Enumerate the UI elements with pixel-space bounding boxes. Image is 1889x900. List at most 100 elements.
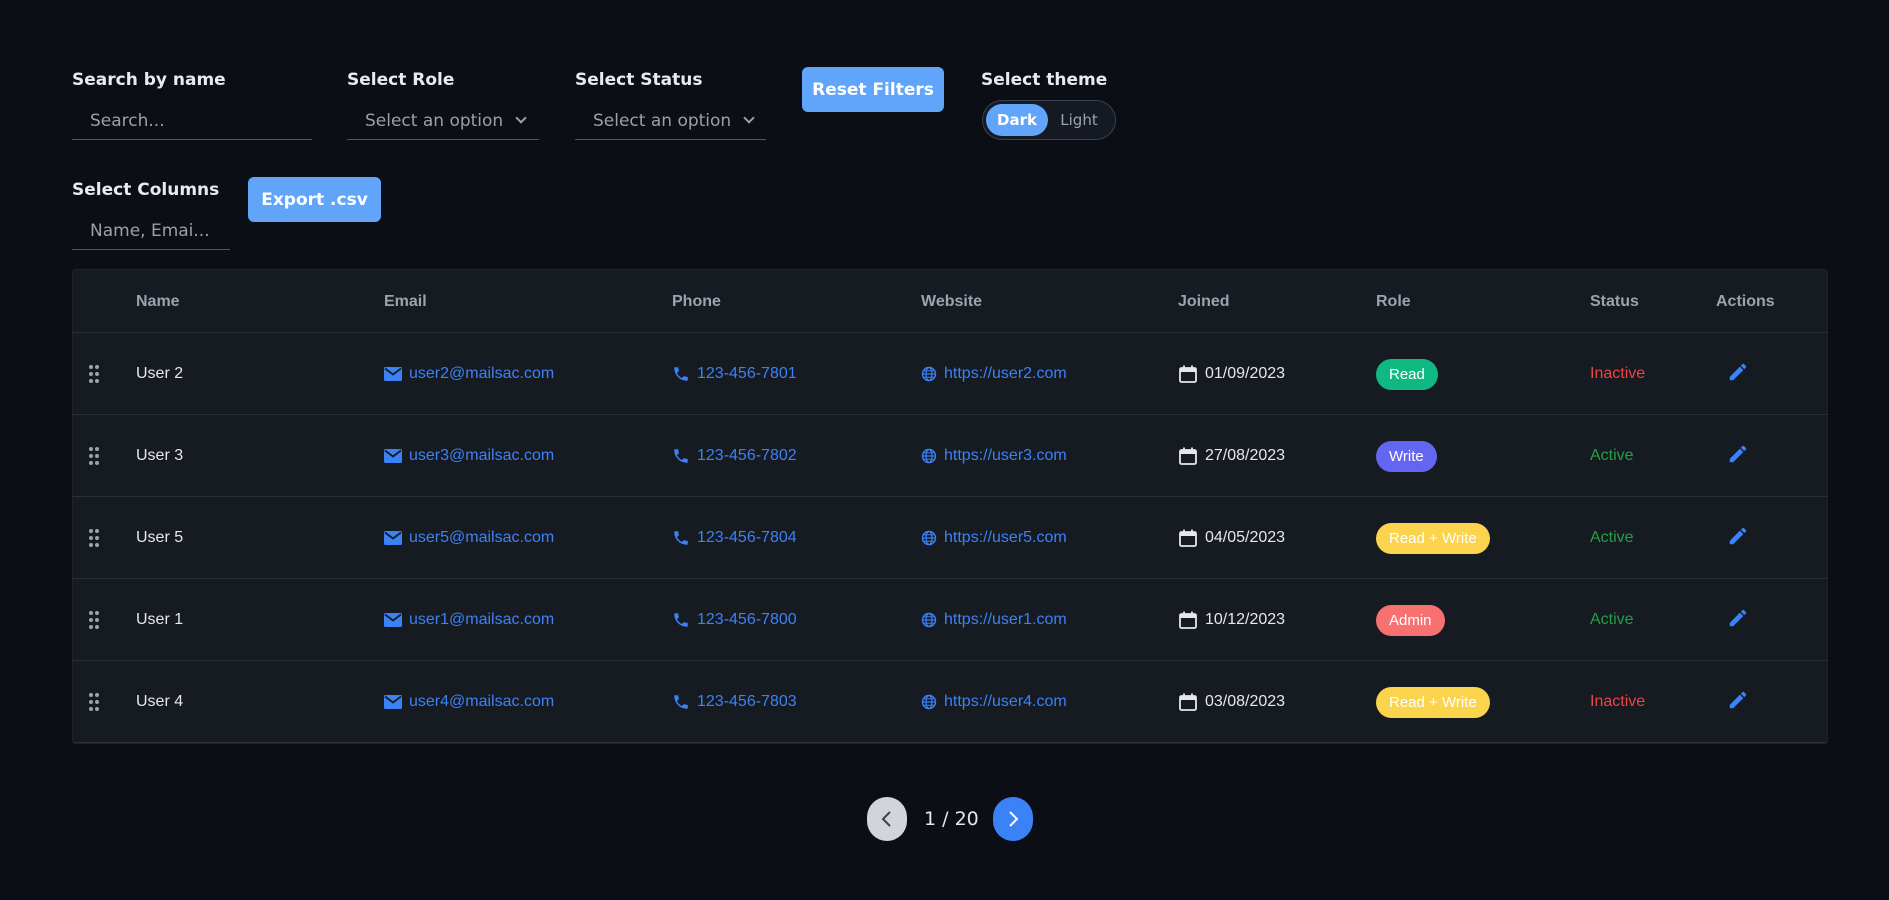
column-header-phone[interactable]: Phone [672,270,721,333]
status-cell: Active [1590,497,1634,579]
status-cell: Inactive [1590,661,1645,743]
drag-handle-icon[interactable] [89,447,99,465]
role-badge: Write [1376,440,1437,472]
email-link[interactable]: user3@mailsac.com [384,415,554,497]
joined-date: 01/09/2023 [1178,333,1285,415]
role-cell: Read + Write [1376,497,1490,579]
column-header-joined[interactable]: Joined [1178,270,1230,333]
status-cell: Active [1590,415,1634,497]
edit-icon [1727,689,1749,716]
status-select-value: Select an option [593,110,732,131]
edit-icon [1727,443,1749,470]
website-link[interactable]: https://user4.com [921,661,1067,743]
phone-icon [672,611,690,629]
joined-text: 01/09/2023 [1205,365,1286,382]
table-row: User 2 user2@mailsac.com 123-456-7801 https… [73,333,1827,415]
drag-handle-icon[interactable] [89,611,99,629]
user-management-page: Search by name Search... Select Role Sel… [0,0,1889,900]
phone-text: 123-456-7800 [697,611,797,628]
role-badge: Admin [1376,604,1445,636]
next-page-button[interactable] [993,797,1033,841]
column-header-role[interactable]: Role [1376,270,1411,333]
theme-option-light[interactable]: Light [1048,104,1110,136]
joined-date: 10/12/2023 [1178,579,1285,661]
website-link[interactable]: https://user5.com [921,497,1067,579]
page-indicator: 1 / 20 [924,808,979,830]
email-link[interactable]: user5@mailsac.com [384,497,554,579]
joined-text: 27/08/2023 [1205,447,1286,464]
role-badge: Read + Write [1376,686,1490,718]
phone-text: 123-456-7803 [697,693,797,710]
status-cell: Inactive [1590,333,1645,415]
status-text: Inactive [1590,693,1646,710]
theme-filter: Select theme [981,70,1107,90]
status-cell: Active [1590,579,1634,661]
phone-link[interactable]: 123-456-7800 [672,579,797,661]
reset-filters-button[interactable]: Reset Filters [802,67,944,112]
export-csv-button[interactable]: Export .csv [248,177,381,222]
globe-icon [921,694,937,710]
website-text: https://user4.com [944,693,1067,710]
role-cell: Read [1376,333,1438,415]
phone-link[interactable]: 123-456-7802 [672,415,797,497]
website-text: https://user5.com [944,529,1067,546]
mail-icon [384,531,402,545]
users-table: Name Email Phone Website Joined Role Sta… [72,269,1828,744]
column-header-website[interactable]: Website [921,270,982,333]
email-link[interactable]: user1@mailsac.com [384,579,554,661]
phone-link[interactable]: 123-456-7804 [672,497,797,579]
column-header-name[interactable]: Name [136,270,180,333]
search-filter: Search by name Search... [72,70,312,142]
mail-icon [384,367,402,381]
drag-handle-icon[interactable] [89,365,99,383]
calendar-icon [1178,692,1198,712]
phone-text: 123-456-7802 [697,447,797,464]
column-header-email[interactable]: Email [384,270,427,333]
status-text: Active [1590,529,1634,546]
phone-icon [672,447,690,465]
website-link[interactable]: https://user2.com [921,333,1067,415]
drag-handle-icon[interactable] [89,693,99,711]
edit-button[interactable] [1727,661,1749,743]
role-label: Select Role [347,70,455,90]
calendar-icon [1178,610,1198,630]
edit-button[interactable] [1727,579,1749,661]
website-text: https://user2.com [944,365,1067,382]
website-link[interactable]: https://user1.com [921,579,1067,661]
theme-option-dark[interactable]: Dark [986,104,1048,136]
status-select[interactable]: Select an option [575,102,766,140]
phone-text: 123-456-7804 [697,529,797,546]
email-link[interactable]: user4@mailsac.com [384,661,554,743]
edit-button[interactable] [1727,497,1749,579]
search-input[interactable]: Search... [72,102,312,140]
website-text: https://user1.com [944,611,1067,628]
email-link[interactable]: user2@mailsac.com [384,333,554,415]
user-name: User 5 [136,529,184,546]
email-text: user4@mailsac.com [409,693,555,710]
phone-icon [672,365,690,383]
prev-page-button[interactable] [867,797,907,841]
search-label: Search by name [72,70,226,90]
chevron-right-icon [1009,811,1019,827]
chevron-left-icon [881,811,891,827]
role-cell: Read + Write [1376,661,1490,743]
edit-button[interactable] [1727,415,1749,497]
phone-icon [672,693,690,711]
edit-button[interactable] [1727,333,1749,415]
status-text: Inactive [1590,365,1646,382]
website-link[interactable]: https://user3.com [921,415,1067,497]
joined-text: 03/08/2023 [1205,693,1286,710]
drag-handle-icon[interactable] [89,529,99,547]
chevron-down-icon [743,112,755,124]
columns-select[interactable]: Name, Emai... [72,212,230,250]
role-badge: Read [1376,358,1438,390]
column-header-status[interactable]: Status [1590,270,1639,333]
role-select[interactable]: Select an option [347,102,539,140]
phone-link[interactable]: 123-456-7801 [672,333,797,415]
table-header: Name Email Phone Website Joined Role Sta… [73,270,1827,333]
phone-link[interactable]: 123-456-7803 [672,661,797,743]
column-header-actions: Actions [1716,293,1775,310]
joined-text: 04/05/2023 [1205,529,1286,546]
globe-icon [921,612,937,628]
email-text: user5@mailsac.com [409,529,555,546]
